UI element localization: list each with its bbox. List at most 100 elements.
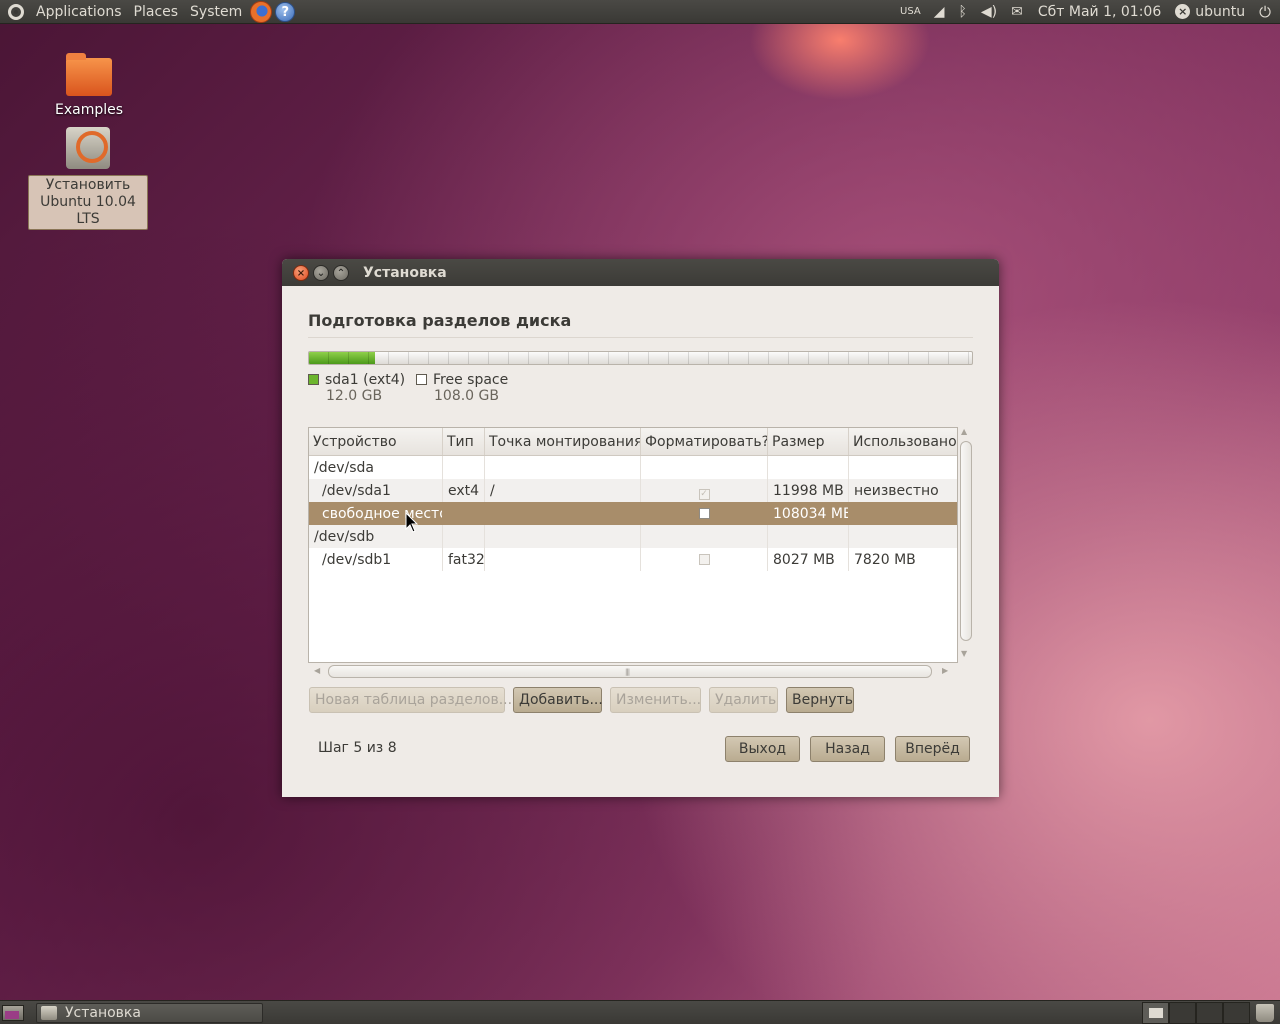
format-checkbox: ✓: [698, 489, 710, 500]
user-name: ubuntu: [1195, 3, 1246, 20]
new-partition-table-button[interactable]: Новая таблица разделов...: [309, 687, 512, 713]
desktop-icon-label: Examples: [54, 102, 124, 118]
quit-button[interactable]: Выход: [725, 736, 800, 762]
cell-mount: [485, 525, 641, 548]
clock[interactable]: Сбт Май 1, 01:06: [1030, 4, 1169, 20]
cell-device: /dev/sda: [309, 456, 443, 479]
desktop-icon-label: Установить Ubuntu 10.04 LTS: [28, 175, 148, 230]
change-partition-button[interactable]: Изменить...: [610, 687, 701, 713]
cell-mount: [485, 456, 641, 479]
cell-mount: /: [485, 479, 641, 502]
user-menu[interactable]: × ubuntu: [1169, 4, 1251, 20]
add-partition-button[interactable]: Добавить...: [513, 687, 603, 713]
installer-label-line2: Ubuntu 10.04 LTS: [40, 194, 136, 227]
cell-type: [443, 502, 485, 525]
volume-icon[interactable]: ◀): [974, 4, 1004, 20]
workspace-3[interactable]: [1196, 1001, 1223, 1024]
power-icon[interactable]: ⏻: [1251, 3, 1280, 21]
legend-name: Free space: [433, 372, 509, 388]
revert-button[interactable]: Вернуть: [786, 687, 854, 713]
column-header-size[interactable]: Размер: [768, 428, 849, 455]
cell-used: 7820 MB: [854, 552, 916, 568]
legend-name: sda1 (ext4): [325, 372, 406, 388]
desktop-icon-installer[interactable]: Установить Ubuntu 10.04 LTS: [28, 127, 148, 230]
cell-device: свободное место: [309, 502, 443, 525]
page-title: Подготовка разделов диска: [308, 311, 572, 330]
column-header-used[interactable]: Использовано: [849, 428, 957, 455]
system-menu[interactable]: System: [184, 0, 248, 24]
mouse-cursor-icon: [405, 512, 419, 533]
workspace-4[interactable]: [1223, 1001, 1250, 1024]
legend-item-sda1: sda1 (ext4) 12.0 GB: [308, 372, 405, 405]
scroll-right-icon[interactable]: ▶: [942, 666, 948, 675]
close-icon[interactable]: ×: [293, 264, 309, 281]
scroll-left-icon[interactable]: ◀: [314, 666, 320, 675]
minimize-icon[interactable]: ⌄: [313, 264, 329, 281]
cell-type: ext4: [443, 479, 485, 502]
scroll-up-icon[interactable]: ▲: [961, 427, 967, 436]
legend-item-free-space: Free space 108.0 GB: [416, 372, 508, 405]
forward-button[interactable]: Вперёд: [895, 736, 970, 762]
workspace-2[interactable]: [1169, 1001, 1196, 1024]
cell-used: [849, 456, 957, 479]
delete-partition-button[interactable]: Удалить: [709, 687, 778, 713]
partition-bar: [308, 351, 973, 365]
grip-icon: |||: [625, 668, 630, 676]
trash-icon[interactable]: [1256, 1003, 1274, 1022]
table-row[interactable]: /dev/sda: [309, 456, 957, 479]
column-header-format[interactable]: Форматировать?: [641, 428, 768, 455]
cell-type: [443, 456, 485, 479]
show-desktop-icon[interactable]: [2, 1004, 24, 1021]
workspace-switcher: [1142, 1001, 1250, 1024]
cell-size: 8027 MB: [768, 548, 849, 571]
wifi-icon[interactable]: ◢: [927, 4, 952, 20]
applications-menu[interactable]: Applications: [30, 0, 128, 24]
table-row[interactable]: /dev/sdb1 fat32 8027 MB 7820 MB: [309, 548, 957, 571]
horizontal-scrollbar[interactable]: ◀ ||| ▶: [308, 664, 958, 678]
folder-icon: [66, 53, 112, 96]
user-icon: ×: [1175, 4, 1191, 19]
legend-size: 12.0 GB: [326, 388, 383, 404]
taskbar-item-installer[interactable]: Установка: [36, 1002, 263, 1023]
legend-size: 108.0 GB: [434, 388, 499, 404]
bottom-panel: Установка: [0, 1000, 1280, 1024]
keyboard-layout-indicator[interactable]: USA: [894, 6, 927, 17]
desktop-icon-examples[interactable]: Examples: [29, 53, 149, 118]
column-header-device[interactable]: Устройство: [309, 428, 443, 455]
partition-bar-used: [309, 352, 376, 364]
step-indicator: Шаг 5 из 8: [318, 740, 397, 756]
window-title: Установка: [363, 264, 447, 281]
firefox-icon[interactable]: [250, 0, 273, 23]
back-button[interactable]: Назад: [810, 736, 885, 762]
installer-icon: [41, 1005, 57, 1020]
installer-label-line1: Установить: [45, 177, 131, 193]
window-titlebar[interactable]: × ⌄ ⌃ Установка: [282, 259, 999, 286]
legend-swatch: [416, 374, 427, 385]
format-checkbox: [698, 554, 710, 565]
table-row[interactable]: /dev/sda1 ext4 / ✓ 11998 MB неизвестно: [309, 479, 957, 502]
maximize-icon[interactable]: ⌃: [333, 264, 349, 281]
format-checkbox[interactable]: [698, 508, 710, 519]
table-header: Устройство Тип Точка монтирования Формат…: [309, 428, 957, 456]
vertical-scrollbar[interactable]: ▲ ▼: [959, 427, 973, 663]
scroll-down-icon[interactable]: ▼: [961, 649, 967, 658]
main-menu: Applications Places System ?: [0, 0, 296, 24]
column-header-mount[interactable]: Точка монтирования: [485, 428, 641, 455]
bluetooth-icon[interactable]: ᛒ: [952, 4, 974, 20]
top-panel: Applications Places System ? USA ◢ ᛒ ◀) …: [0, 0, 1280, 24]
cell-device: /dev/sdb: [309, 525, 443, 548]
scrollbar-thumb[interactable]: |||: [328, 665, 932, 678]
cell-format: [641, 525, 768, 548]
cell-size: [768, 456, 849, 479]
mail-icon[interactable]: ✉: [1004, 4, 1030, 20]
places-menu[interactable]: Places: [128, 0, 185, 24]
cell-size: 108034 MB: [768, 502, 849, 525]
column-header-type[interactable]: Тип: [443, 428, 485, 455]
scrollbar-thumb[interactable]: [960, 441, 972, 641]
divider: [308, 337, 973, 338]
help-icon[interactable]: ?: [275, 1, 296, 22]
cell-mount: [485, 548, 641, 571]
cell-used: [849, 502, 957, 525]
cell-used: неизвестно: [854, 483, 939, 499]
workspace-1[interactable]: [1142, 1001, 1169, 1024]
